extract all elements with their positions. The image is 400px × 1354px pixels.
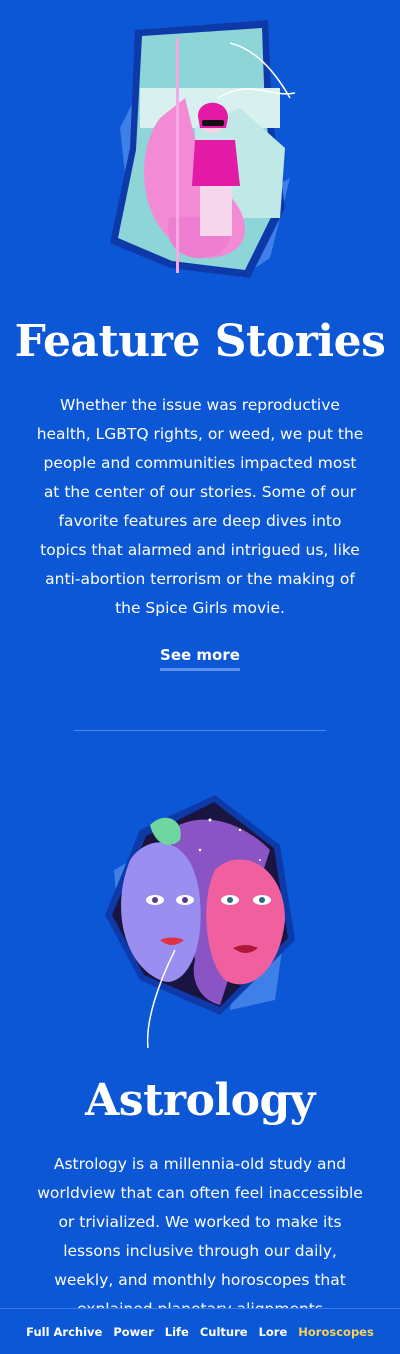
- nav-power[interactable]: Power: [113, 1325, 153, 1339]
- feature-stories-description: Whether the issue was reproductive healt…: [36, 396, 364, 617]
- see-more-link[interactable]: See more: [0, 646, 400, 671]
- nav-life[interactable]: Life: [165, 1325, 189, 1339]
- section-divider: [74, 730, 326, 731]
- bottom-navigation: Full Archive Power Life Culture Lore Hor…: [0, 1308, 400, 1354]
- nav-culture[interactable]: Culture: [200, 1325, 248, 1339]
- feature-stories-title: Feature Stories: [14, 316, 386, 367]
- see-more-label[interactable]: See more: [160, 646, 240, 671]
- astrology-description: Astrology is a millennia-old study and w…: [37, 1155, 363, 1318]
- nav-lore[interactable]: Lore: [259, 1325, 288, 1339]
- nav-horoscopes[interactable]: Horoscopes: [298, 1325, 374, 1339]
- nav-full-archive[interactable]: Full Archive: [26, 1325, 102, 1339]
- astrology-illustration: [105, 795, 295, 1049]
- astrology-title: Astrology: [85, 1075, 315, 1126]
- feature-stories-illustration: [110, 20, 296, 278]
